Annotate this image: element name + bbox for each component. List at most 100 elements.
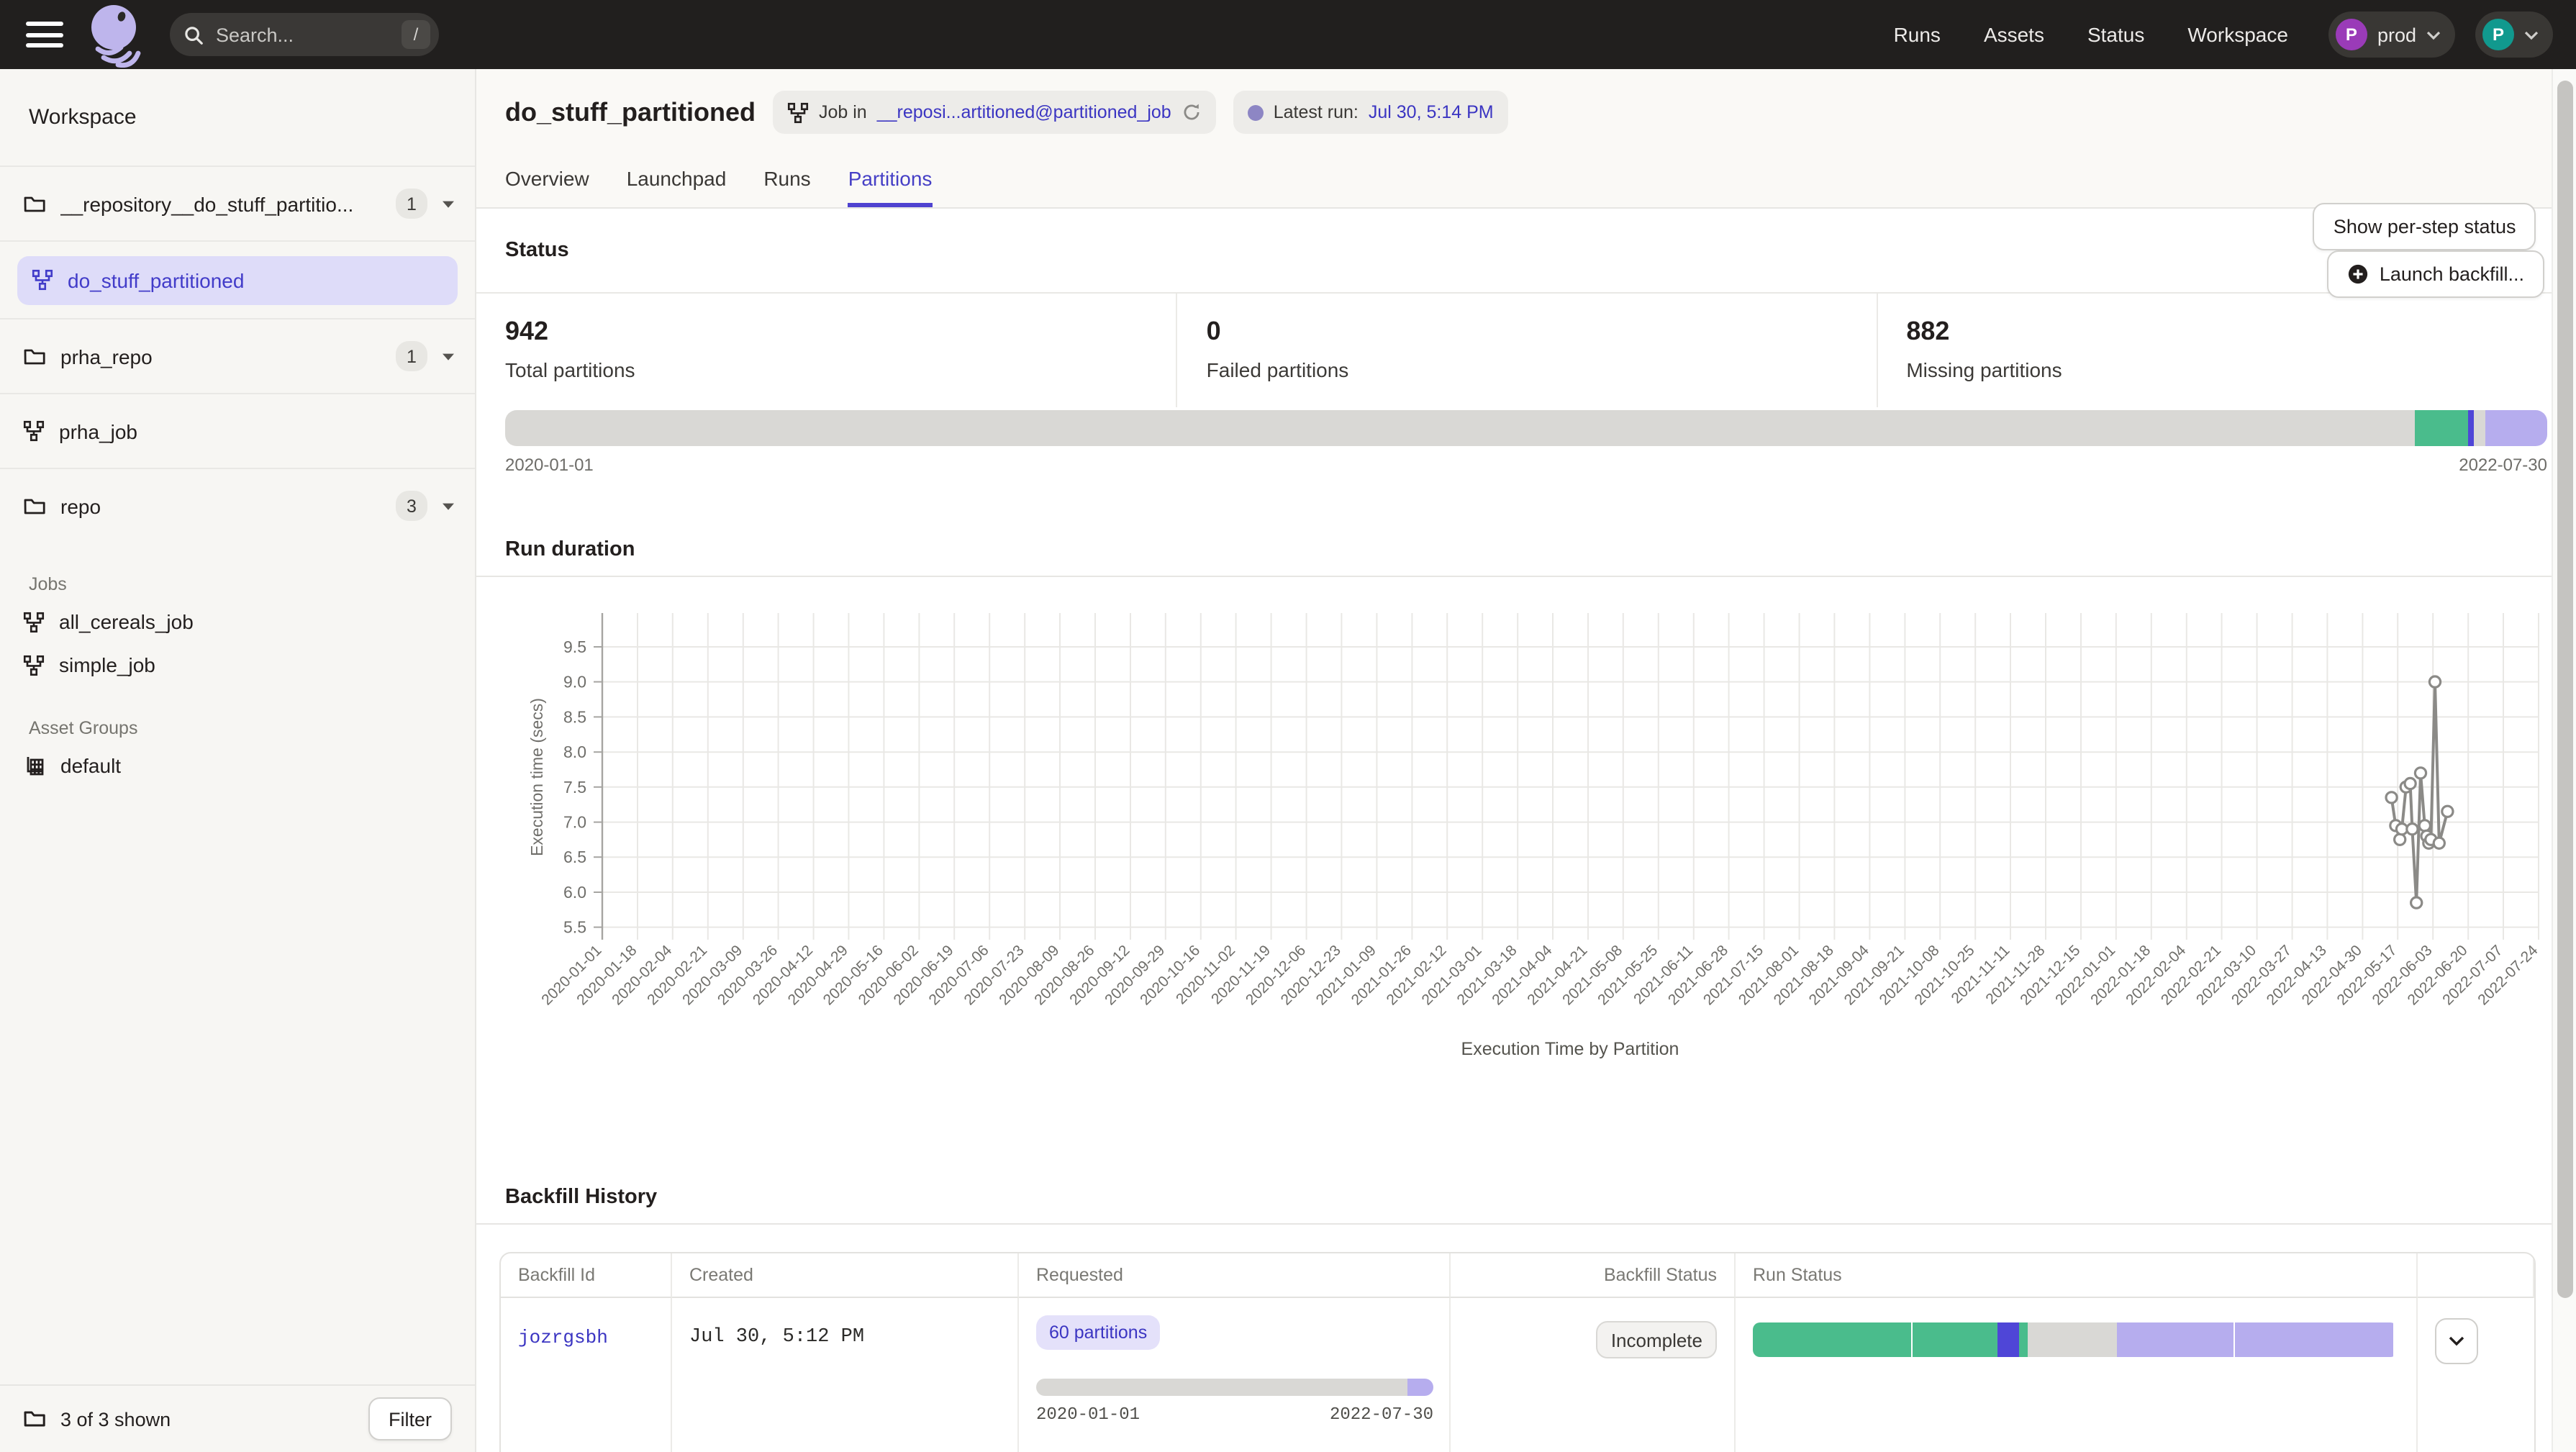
svg-text:9.0: 9.0 [563, 673, 586, 691]
backfill-history-section: Backfill History [476, 1170, 2576, 1225]
sidebar-item-all_cereals_job[interactable]: all_cereals_job [0, 600, 475, 643]
svg-text:7.5: 7.5 [563, 778, 586, 797]
user-avatar: P [2482, 19, 2514, 50]
run-status-bar[interactable] [1753, 1322, 2398, 1357]
sidebar-item-prha_repo[interactable]: prha_repo1 [0, 318, 475, 393]
svg-text:7.0: 7.0 [563, 813, 586, 832]
stat-total-partitions: 942Total partitions [476, 294, 1176, 407]
table-row-cell-requested: 60 partitions 2020-01-01 2022-07-30 [1019, 1298, 1451, 1452]
caret-down-icon [442, 502, 455, 510]
svg-text:9.5: 9.5 [563, 637, 586, 656]
page-header: do_stuff_partitioned Job in __reposi...a… [476, 69, 2576, 209]
page-scrollbar[interactable] [2552, 69, 2576, 1452]
job-icon [787, 101, 809, 123]
repo-count-text: 3 of 3 shown [60, 1408, 354, 1430]
job-origin-prefix: Job in [819, 102, 867, 122]
bar-segment-gray [1036, 1379, 1408, 1396]
col-header-run-status: Run Status [1736, 1253, 2418, 1298]
repo-count-badge: 1 [396, 341, 427, 371]
deployment-avatar: P [2336, 19, 2367, 50]
bar-segment-gray [2473, 410, 2486, 446]
run-duration-chart[interactable]: 5.56.06.57.07.58.08.59.09.52020-01-01202… [476, 577, 2552, 1074]
nav-link-runs[interactable]: Runs [1894, 23, 1941, 46]
search-shortcut-key: / [402, 20, 430, 49]
job-origin-badge: Job in __reposi...artitioned@partitioned… [773, 91, 1216, 134]
requested-partitions-badge[interactable]: 60 partitions [1036, 1315, 1160, 1350]
bar-segment-gray [2028, 1322, 2117, 1357]
sidebar-item-label: repo [60, 494, 381, 517]
latest-run-badge: Latest run: Jul 30, 5:14 PM [1233, 91, 1508, 134]
dagster-logo-icon[interactable] [86, 1, 147, 68]
sidebar-item-selected[interactable]: do_stuff_partitioned [17, 255, 458, 304]
nav-link-workspace[interactable]: Workspace [2187, 23, 2288, 46]
sidebar-item-label: simple_job [59, 653, 155, 676]
requested-partition-bar [1036, 1379, 1433, 1396]
scrollbar-thumb[interactable] [2557, 81, 2573, 1297]
job-origin-link[interactable]: __reposi...artitioned@partitioned_job [877, 102, 1171, 122]
repo-list: __repository__do_stuff_partitio...1 do_st… [0, 165, 475, 543]
stat-label: Missing partitions [1906, 358, 2576, 381]
table-row-cell-run-status [1736, 1298, 2418, 1452]
deployment-name: prod [2377, 24, 2416, 45]
launch-backfill-button[interactable]: Launch backfill... [2328, 250, 2544, 298]
stat-value: 0 [1207, 317, 1877, 347]
folder-icon [23, 345, 46, 368]
status-section-header: Status Show per-step statusLaunch backfi… [476, 209, 2576, 292]
asset-group-icon [23, 754, 46, 777]
backfill-history-heading: Backfill History [505, 1185, 657, 1208]
workspace-sidebar: Workspace __repository__do_stuff_partiti… [0, 69, 476, 1452]
sidebar-item-do_stuff_partitioned: do_stuff_partitioned [0, 240, 475, 318]
chevron-down-icon [2448, 1335, 2465, 1347]
deployment-switcher[interactable]: P prod [2328, 12, 2455, 58]
bar-segment-indigo [2467, 410, 2473, 446]
latest-run-label: Latest run: [1274, 102, 1359, 122]
tab-overview[interactable]: Overview [505, 167, 589, 207]
plus-circle-icon [2348, 263, 2369, 285]
folder-icon [23, 1407, 46, 1430]
sidebar-item-repo[interactable]: repo3 [0, 468, 475, 543]
bar-segment-indigo [1997, 1322, 2019, 1357]
run-duration-heading: Run duration [505, 538, 635, 561]
svg-text:Execution time (secs): Execution time (secs) [527, 698, 546, 856]
show-per-step-status-button[interactable]: Show per-step status [2313, 203, 2536, 250]
expand-row-button[interactable] [2435, 1318, 2478, 1364]
sidebar-footer: 3 of 3 shown Filter [0, 1384, 475, 1452]
sidebar-item-label: all_cereals_job [59, 610, 194, 633]
table-row-cell-created: Jul 30, 5:12 PM [672, 1298, 1019, 1452]
stat-label: Total partitions [505, 358, 1176, 381]
job-icon [23, 420, 45, 442]
search-input[interactable]: Search... / [170, 13, 439, 56]
status-heading: Status [505, 239, 569, 262]
backfill-created: Jul 30, 5:12 PM [689, 1327, 1000, 1348]
sidebar-item-prha_job[interactable]: prha_job [0, 393, 475, 468]
menu-icon[interactable] [26, 22, 63, 47]
tab-launchpad[interactable]: Launchpad [627, 167, 727, 207]
svg-text:6.0: 6.0 [563, 883, 586, 902]
svg-text:8.5: 8.5 [563, 707, 586, 726]
folder-icon [23, 494, 46, 517]
sidebar-item-default[interactable]: default [0, 744, 475, 787]
job-icon [23, 654, 45, 676]
page-title: do_stuff_partitioned [505, 97, 756, 127]
svg-text:8.0: 8.0 [563, 743, 586, 761]
caret-down-icon [442, 199, 455, 208]
requested-range-end: 2022-07-30 [1330, 1405, 1433, 1425]
sidebar-item-simple_job[interactable]: simple_job [0, 643, 475, 686]
backfill-id-link[interactable]: jozrgsbh [518, 1327, 653, 1348]
reload-icon[interactable] [1182, 102, 1202, 122]
col-header-backfill-status: Backfill Status [1451, 1253, 1736, 1298]
col-header-created: Created [672, 1253, 1019, 1298]
filter-button[interactable]: Filter [368, 1397, 452, 1440]
tab-runs[interactable]: Runs [763, 167, 810, 207]
latest-run-time[interactable]: Jul 30, 5:14 PM [1369, 102, 1494, 122]
bar-segment-green [1753, 1322, 1913, 1357]
sidebar-item-__repository__do_stuff_partitio[interactable]: __repository__do_stuff_partitio...1 [0, 165, 475, 240]
user-menu[interactable]: P [2475, 12, 2553, 58]
nav-link-status[interactable]: Status [2087, 23, 2144, 46]
table-row-cell-id: jozrgsbh [501, 1298, 672, 1452]
nav-link-assets[interactable]: Assets [1984, 23, 2044, 46]
partition-bar[interactable] [505, 410, 2547, 446]
job-icon [32, 269, 53, 291]
stat-failed-partitions: 0Failed partitions [1176, 294, 1877, 407]
tab-partitions[interactable]: Partitions [848, 167, 933, 207]
